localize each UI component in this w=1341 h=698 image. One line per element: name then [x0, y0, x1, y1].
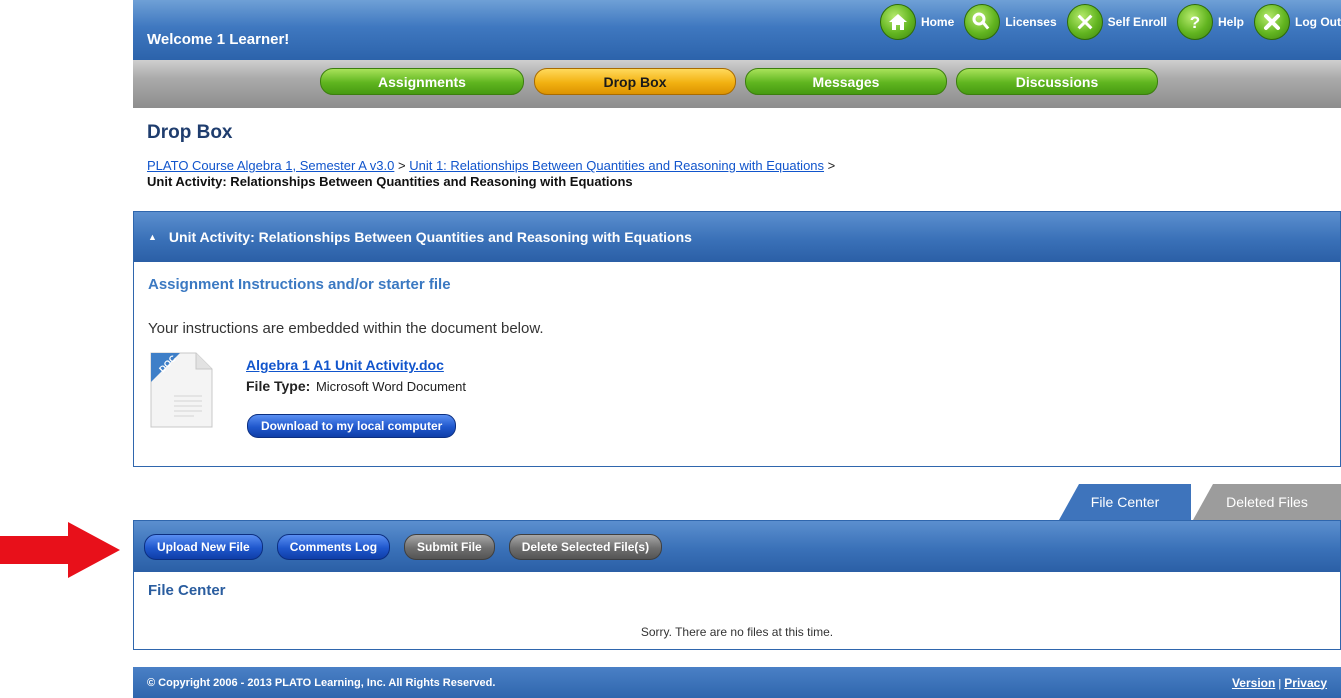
- svg-text:?: ?: [1190, 13, 1200, 32]
- top-navigation: Home Licenses Self Enroll ? Help Log Out: [870, 0, 1341, 44]
- nav-licenses-label: Licenses: [1005, 15, 1057, 29]
- version-link[interactable]: Version: [1232, 676, 1275, 690]
- download-button[interactable]: Download to my local computer: [247, 414, 457, 438]
- delete-selected-files-button[interactable]: Delete Selected File(s): [508, 533, 663, 560]
- comments-log-button[interactable]: Comments Log: [276, 533, 391, 560]
- tab-assignments[interactable]: Assignments: [320, 68, 524, 95]
- file-type-row: File Type: Microsoft Word Document: [246, 378, 466, 394]
- privacy-link[interactable]: Privacy: [1284, 676, 1327, 690]
- nav-logout-label: Log Out: [1295, 15, 1341, 29]
- nav-logout[interactable]: Log Out: [1254, 4, 1341, 40]
- footer-divider: |: [1278, 677, 1282, 690]
- nav-self-enroll[interactable]: Self Enroll: [1066, 4, 1167, 40]
- welcome-message: Welcome 1 Learner!: [147, 31, 290, 48]
- red-arrow-indicator: [0, 522, 120, 578]
- breadcrumb-separator: >: [398, 158, 406, 173]
- tools-icon: [1066, 4, 1103, 40]
- file-type-label: File Type:: [246, 378, 311, 394]
- upload-new-file-button[interactable]: Upload New File: [144, 533, 263, 560]
- main-tabs: Assignments Drop Box Messages Discussion…: [133, 60, 1341, 108]
- activity-panel-title: Unit Activity: Relationships Between Qua…: [168, 229, 692, 245]
- doc-file-icon: DOC: [150, 352, 213, 428]
- breadcrumb-course-link[interactable]: PLATO Course Algebra 1, Semester A v3.0: [147, 158, 394, 173]
- file-center-heading: File Center: [148, 582, 226, 599]
- empty-files-message: Sorry. There are no files at this time.: [640, 625, 834, 639]
- top-header: Welcome 1 Learner! Home Licenses Self En…: [133, 0, 1341, 60]
- home-icon: [879, 4, 916, 40]
- close-icon: [1254, 4, 1291, 40]
- file-center-panel: Upload New File Comments Log Submit File…: [133, 520, 1341, 650]
- tab-drop-box[interactable]: Drop Box: [534, 68, 736, 95]
- footer-links: Version | Privacy: [1232, 676, 1327, 690]
- key-icon: [964, 4, 1001, 40]
- file-type-value: Microsoft Word Document: [315, 379, 466, 394]
- breadcrumb-unit-link[interactable]: Unit 1: Relationships Between Quantities…: [409, 158, 824, 173]
- page-footer: © Copyright 2006 - 2013 PLATO Learning, …: [133, 667, 1341, 698]
- submit-file-button[interactable]: Submit File: [404, 533, 495, 560]
- breadcrumb-current: Unit Activity: Relationships Between Qua…: [147, 174, 633, 189]
- tab-discussions[interactable]: Discussions: [956, 68, 1158, 95]
- starter-file-link[interactable]: Algebra 1 A1 Unit Activity.doc: [246, 357, 444, 373]
- nav-self-enroll-label: Self Enroll: [1107, 15, 1167, 29]
- activity-panel-header[interactable]: ▲ Unit Activity: Relationships Between Q…: [134, 212, 1340, 262]
- nav-home[interactable]: Home: [879, 4, 955, 40]
- instructions-text: Your instructions are embedded within th…: [148, 320, 544, 337]
- nav-help-label: Help: [1218, 15, 1245, 29]
- tab-deleted-files[interactable]: Deleted Files: [1193, 484, 1341, 520]
- nav-licenses[interactable]: Licenses: [964, 4, 1057, 40]
- page-title: Drop Box: [147, 122, 233, 143]
- nav-help[interactable]: ? Help: [1177, 4, 1244, 40]
- breadcrumb: PLATO Course Algebra 1, Semester A v3.0 …: [147, 158, 835, 190]
- collapse-caret-icon[interactable]: ▲: [148, 232, 157, 242]
- nav-home-label: Home: [920, 15, 955, 29]
- breadcrumb-separator: >: [827, 158, 836, 173]
- file-center-toolbar: Upload New File Comments Log Submit File…: [134, 521, 1340, 572]
- help-icon: ?: [1177, 4, 1213, 40]
- instructions-heading: Assignment Instructions and/or starter f…: [148, 276, 451, 293]
- activity-panel: ▲ Unit Activity: Relationships Between Q…: [133, 211, 1341, 467]
- tab-messages[interactable]: Messages: [745, 68, 947, 95]
- copyright-text: © Copyright 2006 - 2013 PLATO Learning, …: [147, 676, 496, 689]
- tab-file-center[interactable]: File Center: [1059, 484, 1191, 520]
